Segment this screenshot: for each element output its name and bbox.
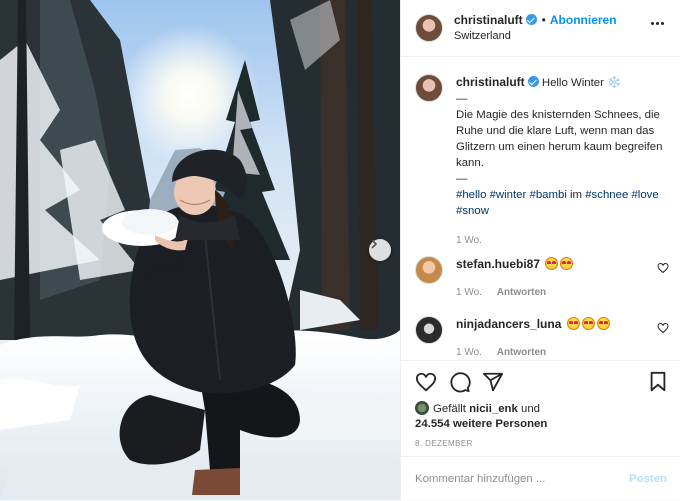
author-info: christinaluft • Abonnieren Switzerland xyxy=(454,12,617,44)
post-viewer: christinaluft • Abonnieren Switzerland chr… xyxy=(0,0,680,500)
hashtag-link[interactable]: #bambi xyxy=(529,189,566,201)
like-comment-heart-icon[interactable] xyxy=(657,262,669,274)
heart-icon[interactable] xyxy=(415,371,437,393)
hashtag-link[interactable]: #winter xyxy=(490,189,527,201)
caption-time: 1 Wo. xyxy=(456,235,482,246)
verified-icon xyxy=(527,76,539,87)
caption-title: Hello Winter xyxy=(541,77,604,89)
likes-count[interactable]: 24.554 weitere Personen xyxy=(415,418,547,430)
heart-eyes-emoji-icon xyxy=(596,317,610,330)
post-date: 8. DEZEMBER xyxy=(415,439,473,448)
comment-composer: Posten xyxy=(401,456,680,501)
liker-avatar[interactable] xyxy=(415,401,429,415)
caption-dash: — xyxy=(456,93,468,105)
likes-prefix: Gefällt xyxy=(433,403,466,415)
post-actions: Gefällt nicii_enk und 24.554 weitere Per… xyxy=(401,360,680,500)
likes-summary: Gefällt nicii_enk und 24.554 weitere Per… xyxy=(415,401,547,432)
author-username[interactable]: christinaluft xyxy=(454,13,523,27)
hashtag-link[interactable]: #hello xyxy=(456,189,486,201)
author-avatar[interactable] xyxy=(415,14,443,42)
verified-icon xyxy=(525,14,537,25)
post-comment-button[interactable]: Posten xyxy=(629,473,667,485)
comment-time: 1 Wo. xyxy=(456,347,482,358)
share-icon[interactable] xyxy=(482,371,504,393)
like-comment-heart-icon[interactable] xyxy=(657,322,669,334)
post-sidebar: christinaluft • Abonnieren Switzerland chr… xyxy=(400,0,680,500)
follow-button[interactable]: Abonnieren xyxy=(550,13,617,27)
heart-eyes-emoji-icon xyxy=(545,257,559,270)
caption-avatar[interactable] xyxy=(415,74,443,102)
commenter-avatar[interactable] xyxy=(415,256,443,284)
bookmark-icon[interactable] xyxy=(647,371,669,393)
reply-button[interactable]: Antworten xyxy=(497,287,546,298)
post-header: christinaluft • Abonnieren Switzerland xyxy=(401,0,680,57)
winter-scene-illustration xyxy=(0,0,400,500)
commenter-avatar[interactable] xyxy=(415,316,443,344)
comment-input[interactable] xyxy=(415,473,630,485)
comment-body: stefan.huebi87 xyxy=(456,256,671,273)
hashtag-link[interactable]: #snow xyxy=(456,205,489,217)
location-link[interactable]: Switzerland xyxy=(454,28,617,44)
likes-conjunction: und xyxy=(521,403,541,415)
commenter-username[interactable]: stefan.huebi87 xyxy=(456,257,540,271)
comment-time: 1 Wo. xyxy=(456,287,482,298)
comment-body: ninjadancers_luna xyxy=(456,316,671,333)
commenter-username[interactable]: ninjadancers_luna xyxy=(456,317,561,331)
hashtag-list: #hello #winter #bambi im #schnee #love #… xyxy=(456,187,671,219)
heart-eyes-emoji-icon xyxy=(560,257,574,270)
comment-item: stefan.huebi87 1 Wo. Antworten xyxy=(415,256,671,298)
separator-dot: • xyxy=(541,13,546,27)
next-photo-button[interactable] xyxy=(369,239,391,261)
comment-item: ninjadancers_luna 1 Wo. Antworten xyxy=(415,316,671,358)
caption-body: christinaluft Hello Winter ❄️ — Die Magi… xyxy=(456,74,671,249)
post-photo[interactable] xyxy=(0,0,400,500)
snowflake-icon: ❄️ xyxy=(607,77,622,89)
comment-meta: 1 Wo. Antworten xyxy=(456,347,671,358)
comment-icon[interactable] xyxy=(449,371,471,393)
caption-text: Die Magie des knisternden Schnees, die R… xyxy=(456,109,663,169)
caption-word: im xyxy=(570,189,583,201)
post-caption: christinaluft Hello Winter ❄️ — Die Magi… xyxy=(415,74,671,249)
comment-meta: 1 Wo. Antworten xyxy=(456,287,671,298)
action-bar xyxy=(415,371,669,397)
more-options-icon[interactable] xyxy=(651,22,664,25)
hashtag-link[interactable]: #schnee xyxy=(585,189,628,201)
heart-eyes-emoji-icon xyxy=(566,317,580,330)
heart-eyes-emoji-icon xyxy=(581,317,595,330)
caption-username[interactable]: christinaluft xyxy=(456,75,525,89)
hashtag-link[interactable]: #love xyxy=(631,189,658,201)
liker-username[interactable]: nicii_enk xyxy=(469,403,518,415)
reply-button[interactable]: Antworten xyxy=(497,347,546,358)
caption-dash: — xyxy=(456,173,468,185)
chevron-right-icon xyxy=(371,239,378,249)
